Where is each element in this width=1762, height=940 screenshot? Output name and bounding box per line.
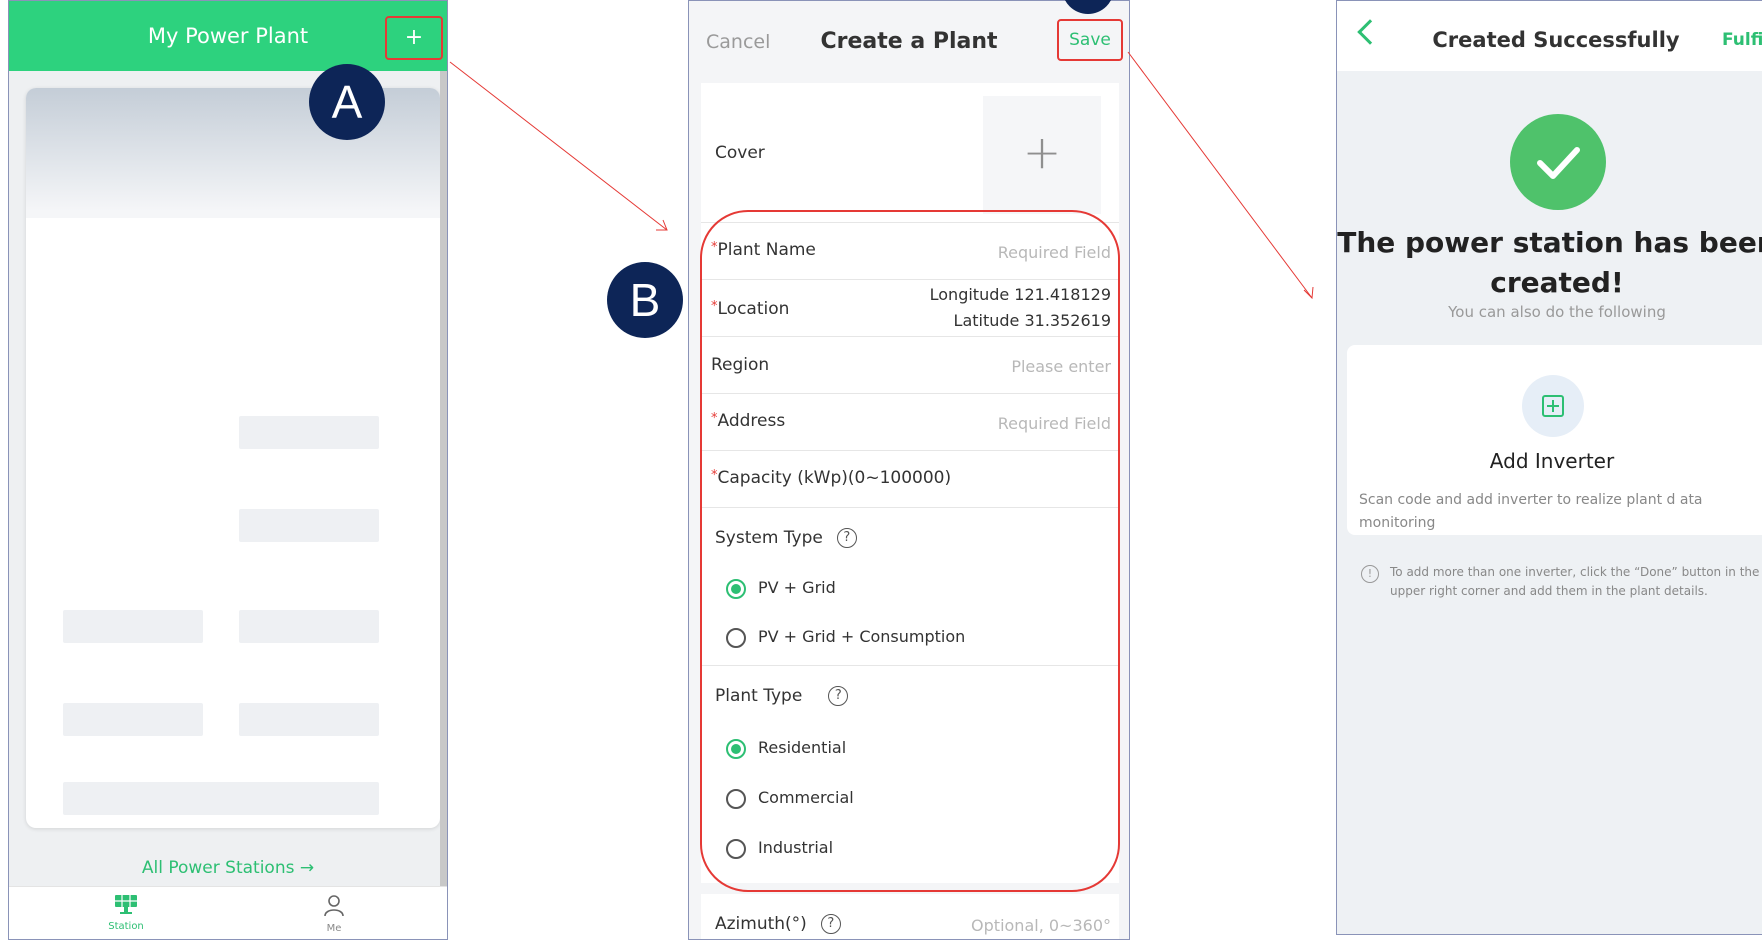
radio-industrial[interactable]: Industrial <box>726 838 833 859</box>
address-input[interactable]: Required Field <box>998 414 1111 433</box>
azimuth-input[interactable]: Optional, 0~360° <box>971 916 1111 935</box>
success-check-icon <box>1510 114 1606 210</box>
radio-commercial[interactable]: Commercial <box>726 788 854 809</box>
radio-label: Residential <box>758 738 847 757</box>
arrow-right-icon: → <box>299 858 315 878</box>
header-bar: Created Successfully Fulfill <box>1337 1 1762 71</box>
info-icon: ! <box>1361 565 1379 583</box>
tab-station[interactable]: Station <box>81 893 171 932</box>
address-label: *Address <box>711 411 785 431</box>
skeleton-block <box>63 703 203 736</box>
tab-me-label: Me <box>326 923 342 934</box>
address-label-text: Address <box>717 411 786 431</box>
skeleton-block <box>239 610 379 643</box>
location-label: *Location <box>711 299 789 319</box>
skeleton-block <box>239 509 379 542</box>
skeleton-block <box>239 416 379 449</box>
radio-unselected-icon <box>726 627 746 648</box>
radio-pv-grid-consumption[interactable]: PV + Grid + Consumption <box>726 627 965 648</box>
radio-selected-icon <box>726 738 746 759</box>
cover-label: Cover <box>715 143 765 163</box>
capacity-label: *Capacity (kWp)(0~100000) <box>711 468 951 488</box>
skeleton-block <box>63 610 203 643</box>
page-title: Created Successfully <box>1432 28 1680 52</box>
radio-label: PV + Grid <box>758 578 836 597</box>
azimuth-field[interactable]: Azimuth(°)? Optional, 0~360° <box>701 894 1119 939</box>
radio-label: Industrial <box>758 838 834 857</box>
tab-me[interactable]: Me <box>289 893 379 934</box>
latitude-value: Latitude 31.352619 <box>953 311 1111 330</box>
plant-form: Cover + *Plant Name Required Field *Loca… <box>701 83 1119 883</box>
skeleton-block <box>239 703 379 736</box>
region-label: Region <box>711 355 770 375</box>
radio-selected-icon <box>726 578 746 599</box>
radio-pv-grid[interactable]: PV + Grid <box>726 578 836 599</box>
header-bar: Cancel Create a Plant Save <box>689 1 1129 81</box>
save-button[interactable]: Save <box>1057 19 1123 61</box>
all-power-stations-link[interactable]: All Power Stations → <box>9 858 447 878</box>
plant-name-label-text: Plant Name <box>717 240 816 260</box>
add-inverter-label: Add Inverter <box>1489 449 1615 473</box>
cover-upload-button[interactable]: + <box>983 96 1101 214</box>
location-label-text: Location <box>717 299 790 319</box>
radio-residential[interactable]: Residential <box>726 738 846 759</box>
region-input[interactable]: Please enter <box>1011 357 1111 376</box>
plant-name-input[interactable]: Required Field <box>998 243 1111 262</box>
marker-b: B <box>607 262 683 338</box>
azimuth-label: Azimuth(°)? <box>715 914 841 934</box>
scrollbar[interactable] <box>440 71 447 891</box>
plant-type-label: Plant Type? <box>715 686 849 706</box>
marker-a: A <box>309 64 385 140</box>
bottom-tab-bar: Station Me <box>9 886 447 939</box>
location-value[interactable]: Longitude 121.418129 Latitude 31.352619 <box>930 282 1111 334</box>
user-icon <box>324 895 344 917</box>
fulfill-button[interactable]: Fulfill <box>1722 30 1762 50</box>
plant-type-group: Plant Type? Residential Commercial Indus… <box>701 666 1119 876</box>
capacity-label-text: Capacity (kWp)(0~100000) <box>717 468 952 488</box>
add-inverter-icon <box>1522 375 1584 437</box>
help-icon[interactable]: ? <box>828 686 849 706</box>
success-subheading: You can also do the following <box>1448 303 1666 321</box>
success-heading: The power station has been created! <box>1337 226 1762 299</box>
my-power-plant-screen: My Power Plant + All Power Stations → St… <box>8 0 448 940</box>
arrow-b-to-c <box>1127 51 1314 300</box>
capacity-field[interactable]: *Capacity (kWp)(0~100000) <box>701 451 1119 508</box>
header-bar: My Power Plant + <box>9 1 447 71</box>
add-inverter-card[interactable]: Add Inverter Scan code and add inverter … <box>1347 345 1762 535</box>
cover-row: Cover + <box>701 83 1119 223</box>
address-field[interactable]: *Address Required Field <box>701 394 1119 451</box>
created-successfully-screen: Created Successfully Fulfill The power s… <box>1336 0 1762 935</box>
location-field[interactable]: *Location Longitude 121.418129 Latitude … <box>701 280 1119 337</box>
add-plant-button[interactable]: + <box>385 16 443 60</box>
azimuth-label-text: Azimuth(°) <box>715 914 807 934</box>
arrow-a-to-b <box>449 61 668 231</box>
radio-label: PV + Grid + Consumption <box>758 627 966 646</box>
all-power-stations-label: All Power Stations <box>141 858 295 878</box>
region-field[interactable]: Region Please enter <box>701 337 1119 394</box>
plant-name-field[interactable]: *Plant Name Required Field <box>701 223 1119 280</box>
tab-station-label: Station <box>108 921 144 932</box>
required-mark: * <box>711 468 718 483</box>
skeleton-block <box>63 782 379 815</box>
required-mark: * <box>711 411 718 426</box>
radio-label: Commercial <box>758 788 854 807</box>
help-icon[interactable]: ? <box>820 914 841 934</box>
help-icon[interactable]: ? <box>836 528 857 548</box>
radio-unselected-icon <box>726 788 746 809</box>
add-inverter-description: Scan code and add inverter to realize pl… <box>1359 492 1703 531</box>
longitude-value: Longitude 121.418129 <box>929 285 1111 304</box>
plant-card-placeholder <box>26 88 440 828</box>
create-plant-screen: Cancel Create a Plant Save Cover + *Plan… <box>688 0 1130 940</box>
system-type-label-text: System Type <box>715 528 823 548</box>
required-mark: * <box>711 299 718 314</box>
inverter-note: To add more than one inverter, click the… <box>1390 565 1760 598</box>
system-type-group: System Type? PV + Grid PV + Grid + Consu… <box>701 508 1119 666</box>
radio-unselected-icon <box>726 838 746 859</box>
page-title: My Power Plant <box>147 24 309 48</box>
solar-panel-icon <box>115 895 137 914</box>
plant-type-label-text: Plant Type <box>715 686 803 706</box>
required-mark: * <box>711 240 718 255</box>
plant-name-label: *Plant Name <box>711 240 816 260</box>
system-type-label: System Type? <box>715 528 857 548</box>
